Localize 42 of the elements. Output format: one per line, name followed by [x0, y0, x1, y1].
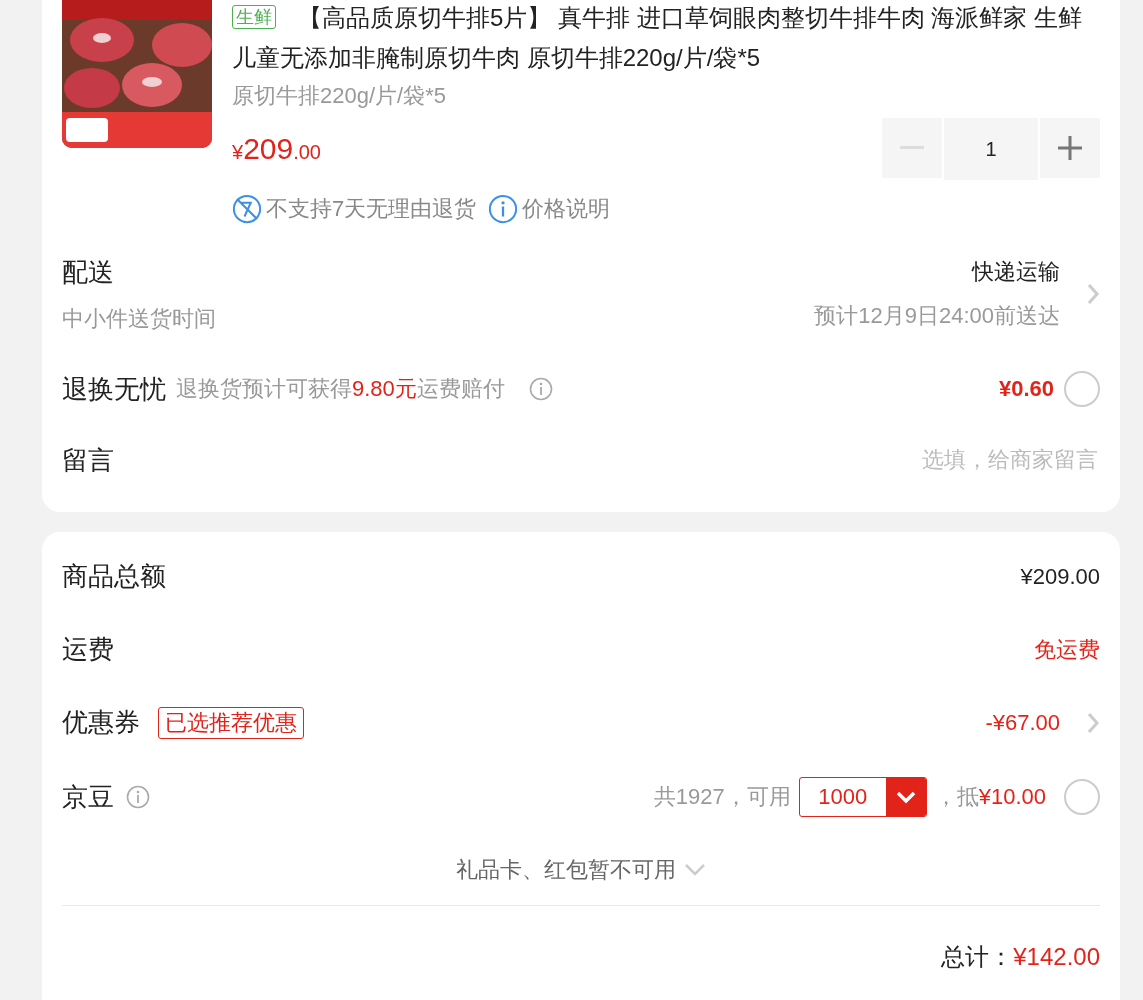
summary-value: ¥209.00 — [1020, 563, 1100, 590]
summary-value: 免运费 — [1034, 635, 1100, 664]
caret-icon — [894, 790, 917, 804]
info-icon — [528, 377, 553, 401]
plus-button[interactable] — [1040, 118, 1100, 178]
fresh-tag: 生鲜 — [232, 5, 276, 29]
insurance-price: ¥0.60 — [998, 376, 1054, 402]
summary-label: 优惠券 — [62, 706, 140, 739]
summary-label: 运费 — [62, 633, 114, 666]
beans-label: 京豆 — [62, 780, 114, 814]
deduct-value: ¥10.00 — [978, 784, 1046, 810]
notice-text: 不支持7天无理由退货 — [266, 195, 477, 223]
summary-value: -¥67.00 — [985, 709, 1060, 736]
delivery-label: 配送 — [62, 255, 115, 289]
return-insurance-label: 退换无忧 — [62, 372, 166, 406]
message-label: 留言 — [62, 443, 114, 477]
chevron-down-icon — [684, 863, 706, 877]
delivery-time-label: 中小件送货时间 — [62, 304, 216, 333]
total-label: 总计： — [941, 942, 1014, 972]
delivery-eta: 预计12月9日24:00前送达 — [814, 302, 1060, 330]
coupon-tag: 已选推荐优惠 — [158, 706, 304, 739]
return-insurance-description: 退换货预计可获得9.80元运费赔付 — [176, 375, 505, 403]
plus-icon — [1058, 136, 1082, 160]
delivery-method: 快递运输 — [972, 258, 1060, 286]
quantity-field[interactable]: 1 — [944, 118, 1038, 180]
product-title: 生鲜 【高品质原切牛排5片】 真牛排 进口草饲眼肉整切牛排牛肉 海派鲜家 生鲜儿童无添加非腌制原切牛肉 原切牛排220g/片/袋*5 — [232, 3, 1084, 73]
info-icon — [488, 194, 519, 224]
product-spec: 原切牛排220g/片/袋*5 — [232, 82, 447, 110]
gift-card-toggle[interactable]: 礼品卡、红包暂不可用 — [450, 835, 712, 905]
summary-label: 商品总额 — [62, 560, 166, 593]
deduct-label: ，抵 — [934, 783, 979, 811]
total-value: ¥142.00 — [1013, 943, 1100, 971]
no-return-icon — [232, 194, 262, 224]
beans-select[interactable]: 1000 — [798, 777, 927, 817]
notice-text: 价格说明 — [522, 195, 611, 223]
product-price: ¥209.00 — [232, 132, 321, 166]
beans-available: 共1927，可用 — [653, 783, 791, 811]
radio-button[interactable] — [1064, 371, 1100, 407]
radio-button[interactable] — [1064, 779, 1100, 815]
chevron-right-icon — [1086, 710, 1100, 735]
chevron-right-icon — [1086, 282, 1100, 306]
info-icon — [126, 785, 150, 809]
